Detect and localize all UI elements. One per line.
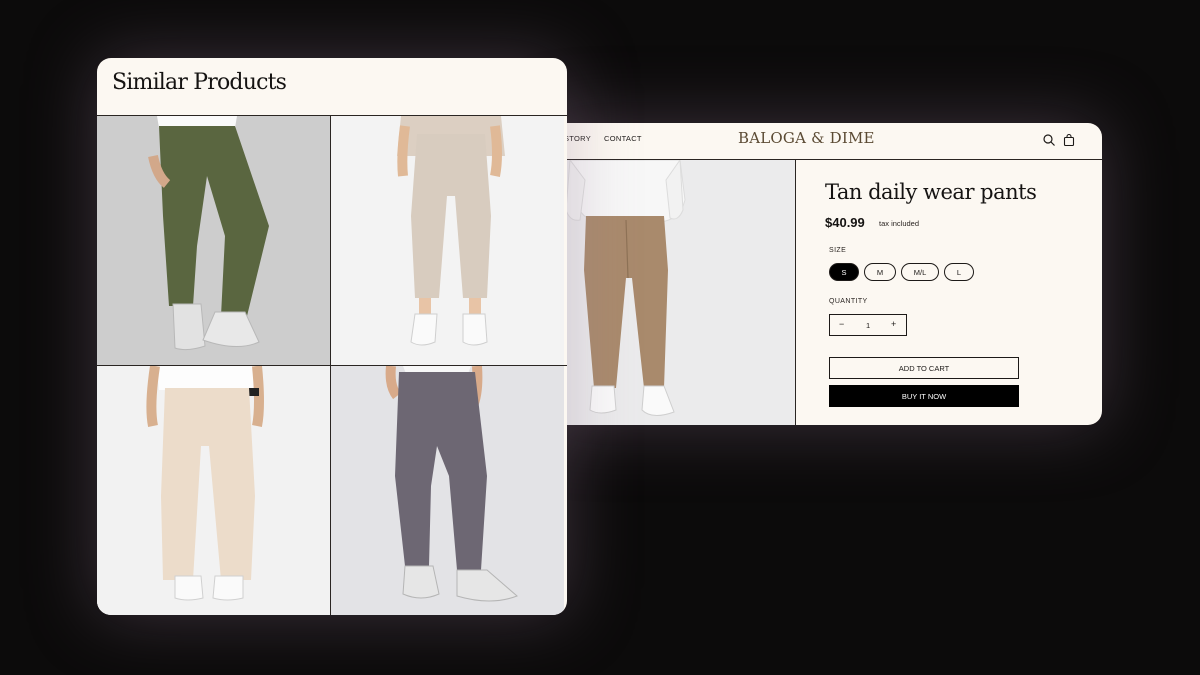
size-label: SIZE [829, 247, 847, 254]
size-option-m[interactable]: M [864, 263, 896, 281]
size-option-ml[interactable]: M/L [901, 263, 939, 281]
similar-product-beige[interactable] [331, 116, 564, 365]
product-price: $40.99 [825, 215, 865, 230]
tax-note: tax included [879, 219, 920, 228]
decrease-quantity-button[interactable]: − [839, 319, 844, 329]
search-icon[interactable] [1042, 133, 1056, 147]
brand-logo[interactable]: BALOGA & DIME [738, 129, 875, 147]
similar-products-grid [97, 115, 567, 615]
product-details: Tan daily wear pants $40.99 tax included… [796, 160, 1102, 425]
top-nav: STORY CONTACT BALOGA & DIME [540, 123, 1102, 160]
quantity-value[interactable]: 1 [866, 321, 870, 330]
buy-it-now-button[interactable]: BUY IT NOW [829, 385, 1019, 407]
similar-product-cream[interactable] [97, 366, 330, 615]
add-to-cart-button[interactable]: ADD TO CART [829, 357, 1019, 379]
nav-link-contact[interactable]: CONTACT [604, 134, 642, 143]
similar-product-olive[interactable] [97, 116, 330, 365]
product-main-photo [540, 160, 796, 425]
increase-quantity-button[interactable]: + [891, 319, 896, 329]
nav-link-story[interactable]: STORY [564, 134, 591, 143]
bag-icon[interactable] [1062, 133, 1076, 147]
quantity-stepper[interactable]: − 1 + [829, 314, 907, 336]
similar-products-title: Similar Products [112, 70, 287, 95]
product-page-window: STORY CONTACT BALOGA & DIME Tan daily we… [540, 123, 1102, 425]
product-title: Tan daily wear pants [825, 180, 1037, 204]
size-option-s[interactable]: S [829, 263, 859, 281]
similar-product-grey[interactable] [331, 366, 564, 615]
quantity-label: QUANTITY [829, 298, 868, 305]
size-option-l[interactable]: L [944, 263, 974, 281]
similar-products-window: Similar Products [97, 58, 567, 615]
grid-divider-horizontal [97, 365, 567, 366]
